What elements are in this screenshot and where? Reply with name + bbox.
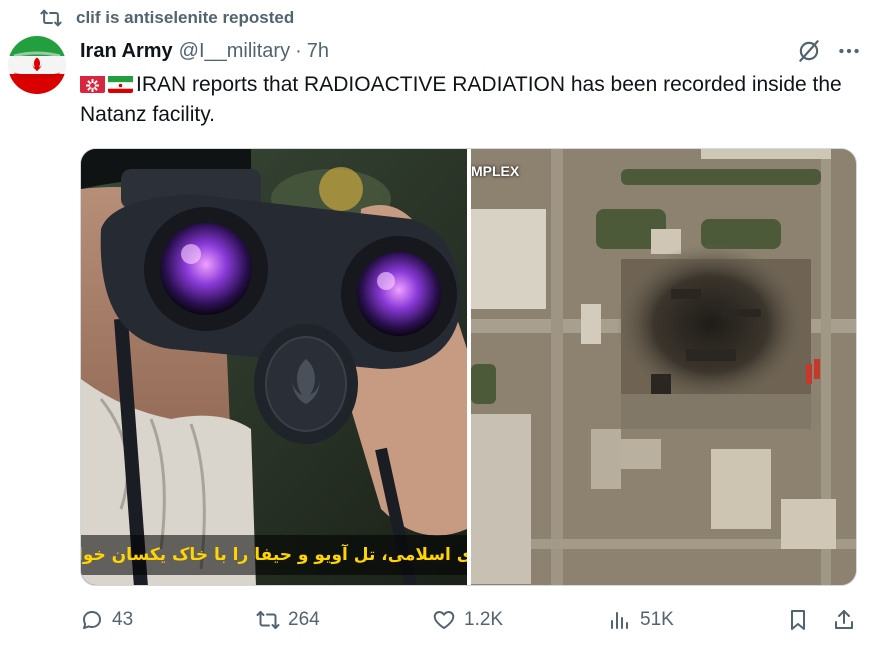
iran-flag-avatar[interactable]	[8, 36, 66, 94]
repost-indicator[interactable]: clif is antiselenite reposted	[40, 6, 294, 30]
tweet-header: Iran Army @I__military · 7h	[80, 36, 329, 66]
siren-emoji	[80, 74, 105, 93]
share-icon	[835, 610, 853, 629]
repost-icon	[40, 9, 62, 27]
satellite-label: MPLEX	[471, 163, 520, 179]
man-with-binoculars-photo[interactable]: جمهوری اسلامی، تل آویو و حیفا را با خاک …	[81, 149, 467, 585]
video-caption: جمهوری اسلامی، تل آویو و حیفا را با خاک …	[81, 535, 467, 575]
bookmark-icon	[791, 610, 805, 630]
iran-flag-emoji	[108, 74, 133, 93]
heart-icon	[433, 611, 455, 629]
separator-dot: ·	[295, 39, 302, 62]
grok-icon[interactable]	[796, 38, 822, 64]
tweet-top-actions	[796, 38, 862, 64]
share-button[interactable]	[832, 604, 864, 636]
like-count: 1.2K	[464, 609, 504, 630]
tweet-timestamp[interactable]: 7h	[307, 40, 329, 63]
repost-button[interactable]: 264	[256, 604, 320, 636]
bookmark-button[interactable]	[786, 604, 818, 636]
view-count: 51K	[640, 609, 674, 630]
more-options-icon[interactable]	[836, 38, 862, 64]
repost-count: 264	[288, 609, 320, 630]
tweet-text: IRAN reports that RADIOACTIVE RADIATION …	[80, 73, 842, 126]
like-button[interactable]: 1.2K	[432, 604, 503, 636]
author-handle[interactable]: @I__military	[179, 40, 290, 63]
repost-text: clif is antiselenite reposted	[76, 8, 295, 27]
analytics-icon	[611, 612, 628, 629]
author-name[interactable]: Iran Army	[80, 40, 173, 63]
tweet-action-bar: 43 264 1.2K 51K	[80, 604, 860, 636]
tweet-media: جمهوری اسلامی، تل آویو و حیفا را با خاک …	[80, 148, 857, 586]
repost-icon	[256, 611, 280, 629]
reply-button[interactable]: 43	[80, 604, 133, 636]
reply-icon	[83, 611, 101, 629]
views-button[interactable]: 51K	[608, 604, 674, 636]
reply-count: 43	[112, 609, 134, 630]
tweet-body: IRAN reports that RADIOACTIVE RADIATION …	[80, 70, 860, 130]
satellite-image-natanz[interactable]: MPLEX	[471, 149, 856, 585]
